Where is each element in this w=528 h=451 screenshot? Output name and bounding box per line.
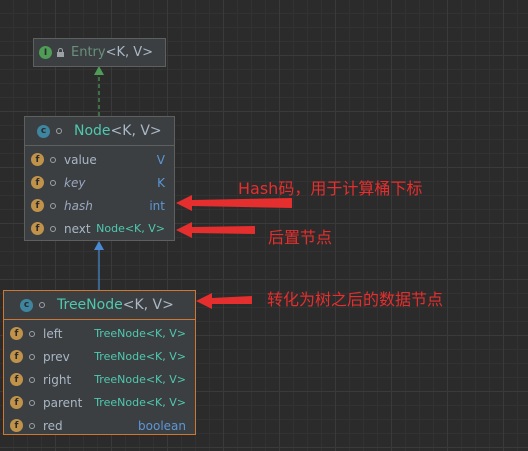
field-type: TreeNode<K, V> [94, 327, 186, 340]
annotation-treenode: 转化为树之后的数据节点 [267, 290, 444, 309]
field-icon: f [31, 153, 44, 166]
field-name: parent [43, 395, 83, 410]
field-type: TreeNode<K, V> [94, 350, 186, 363]
entry-generic: <K, V> [105, 45, 154, 60]
field-row[interactable]: f key K [25, 171, 174, 194]
field-row[interactable]: f value V [25, 148, 174, 171]
field-type: int [149, 198, 165, 213]
field-name: prev [43, 349, 70, 364]
field-type: TreeNode<K, V> [94, 396, 186, 409]
visibility-icon [50, 156, 56, 163]
field-row[interactable]: f left TreeNode<K, V> [4, 322, 195, 345]
field-row[interactable]: f hash int [25, 194, 174, 217]
visibility-icon [39, 302, 45, 308]
entry-interface-box[interactable]: I Entry <K, V> [33, 38, 166, 67]
field-icon: f [10, 396, 23, 409]
class-icon: c [20, 298, 33, 312]
treenode-fields: f left TreeNode<K, V> f prev TreeNode<K,… [4, 320, 195, 437]
entry-title: Entry [71, 45, 106, 60]
field-name: key [64, 175, 86, 190]
field-type: Node<K, V> [96, 222, 165, 235]
extends-arrowhead [94, 241, 104, 250]
field-type: TreeNode<K, V> [94, 373, 186, 386]
visibility-icon [50, 225, 56, 232]
treenode-generic: <K, V> [122, 297, 174, 313]
node-title: Node [74, 123, 111, 139]
field-name: red [43, 418, 63, 433]
node-fields: f value V f key K f hash int f next Node… [25, 146, 174, 240]
field-icon: f [31, 199, 44, 212]
interface-icon: I [39, 46, 52, 59]
visibility-icon [29, 376, 35, 383]
field-row[interactable]: f right TreeNode<K, V> [4, 368, 195, 391]
visibility-icon [50, 202, 56, 209]
field-icon: f [10, 419, 23, 432]
visibility-icon [29, 422, 35, 429]
implements-arrowhead [94, 66, 104, 75]
field-icon: f [31, 222, 44, 235]
visibility-icon [50, 179, 56, 186]
field-icon: f [31, 176, 44, 189]
field-icon: f [10, 327, 23, 340]
visibility-icon [29, 353, 35, 360]
lock-icon [57, 48, 64, 57]
annotation-next: 后置节点 [268, 228, 333, 247]
visibility-icon [29, 330, 35, 337]
field-icon: f [10, 350, 23, 363]
field-row[interactable]: f next Node<K, V> [25, 217, 174, 240]
annotation-hash: Hash码，用于计算桶下标 [238, 179, 423, 198]
treenode-title: TreeNode [57, 297, 123, 313]
node-class-box[interactable]: c Node <K, V> f value V f key K f hash in… [24, 116, 175, 241]
class-icon: c [37, 124, 50, 138]
field-type: V [156, 152, 165, 167]
field-name: left [43, 326, 63, 341]
treenode-class-box[interactable]: c TreeNode <K, V> f left TreeNode<K, V> f… [3, 290, 196, 435]
field-icon: f [10, 373, 23, 386]
annotation-arrow-next [176, 222, 255, 238]
node-generic: <K, V> [110, 123, 162, 139]
field-type: K [157, 175, 165, 190]
field-row[interactable]: f parent TreeNode<K, V> [4, 391, 195, 414]
visibility-icon [29, 399, 35, 406]
annotation-arrow-treenode [196, 293, 252, 309]
field-name: value [64, 152, 97, 167]
visibility-icon [56, 128, 62, 134]
field-name: next [64, 221, 91, 236]
field-row[interactable]: f red boolean [4, 414, 195, 437]
field-name: right [43, 372, 72, 387]
field-name: hash [64, 198, 93, 213]
field-row[interactable]: f prev TreeNode<K, V> [4, 345, 195, 368]
field-type: boolean [138, 418, 186, 433]
